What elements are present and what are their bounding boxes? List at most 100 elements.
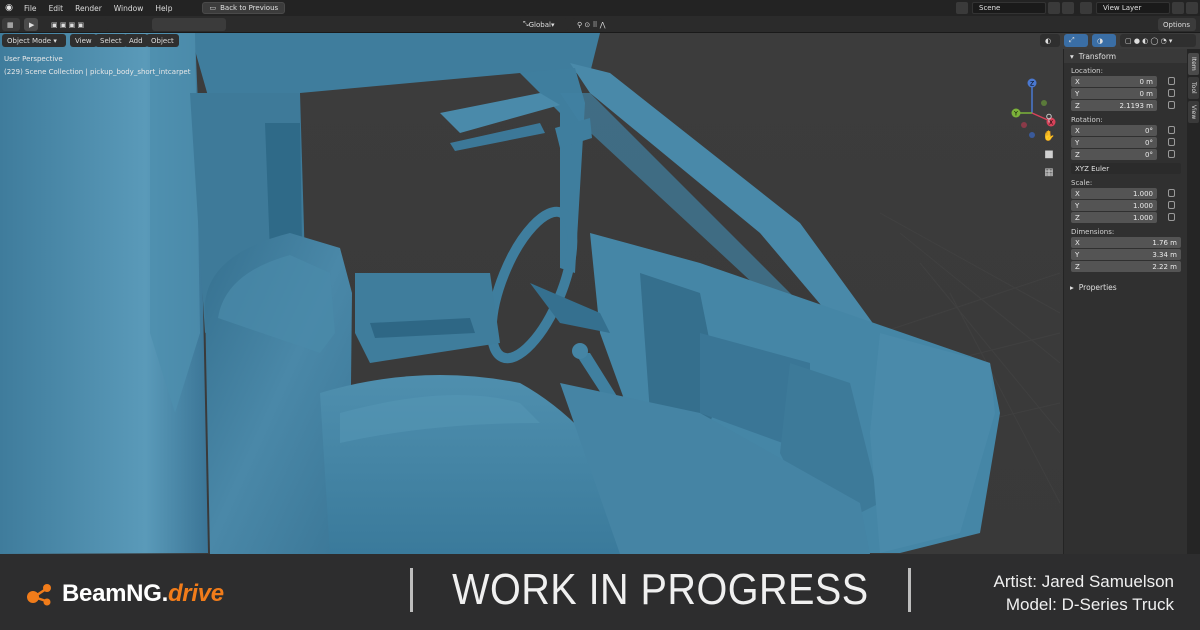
object-menu[interactable]: Object: [146, 34, 179, 47]
gizmo-y-label: Y: [1013, 111, 1018, 118]
dimensions-x-field[interactable]: X 1.76 m: [1071, 237, 1181, 248]
grid-perspective-icon[interactable]: ▦: [1042, 165, 1056, 179]
new-scene-icon[interactable]: [1048, 2, 1060, 14]
rotation-z-field[interactable]: Z 0°: [1071, 149, 1175, 160]
lock-icon[interactable]: [1168, 189, 1175, 197]
scale-z-value: 1.000: [1132, 213, 1153, 222]
brand-main: BeamNG.: [62, 580, 168, 607]
location-x-field[interactable]: X 0 m: [1071, 76, 1175, 87]
rotation-mode-dropdown[interactable]: XYZ Euler: [1071, 163, 1181, 174]
chevron-down-icon: ▾: [51, 36, 57, 45]
pan-hand-icon[interactable]: ✋: [1042, 129, 1056, 143]
menu-help[interactable]: Help: [149, 4, 178, 13]
editor-type-icon[interactable]: ▦: [2, 18, 20, 31]
snap-proportional-icons[interactable]: ⚲ ⊙ ⠿ ⋀: [572, 18, 662, 31]
view-layer-icon[interactable]: [1080, 2, 1092, 14]
visibility-icon[interactable]: ◐: [1040, 34, 1060, 47]
axis-label: Z: [1075, 101, 1080, 110]
orientation-dropdown[interactable]: ⤡ Global ▾: [518, 18, 568, 31]
gizmo-toggle-icon[interactable]: ⤢: [1064, 34, 1088, 47]
scale-y-field[interactable]: Y 1.000: [1071, 200, 1175, 211]
new-view-layer-icon[interactable]: [1172, 2, 1184, 14]
scale-x-field[interactable]: X 1.000: [1071, 188, 1175, 199]
divider: [907, 568, 911, 612]
delete-scene-icon[interactable]: [1062, 2, 1074, 14]
chevron-right-icon: ▸: [1070, 282, 1074, 292]
transform-title: Transform: [1078, 51, 1117, 61]
lock-icon[interactable]: [1168, 101, 1175, 109]
chevron-down-icon: ▾: [1070, 51, 1074, 61]
add-menu[interactable]: Add: [124, 34, 148, 47]
options-button[interactable]: Options: [1158, 18, 1196, 31]
chevron-down-icon: ▾: [550, 20, 555, 29]
object-mode-dropdown[interactable]: Object Mode ▾: [2, 34, 66, 47]
selection-mode-icons[interactable]: ▣ ▣ ▣ ▣: [46, 18, 108, 31]
axis-label: Y: [1075, 201, 1080, 210]
shading-mode-icons[interactable]: ▢ ● ◐ ◯ ◔ ▾: [1120, 34, 1196, 47]
dimensions-z-value: 2.22 m: [1152, 262, 1177, 271]
rotation-label: Rotation:: [1071, 116, 1103, 124]
lock-icon[interactable]: [1168, 89, 1175, 97]
tab-item[interactable]: Item: [1188, 53, 1199, 75]
brand-wordmark: BeamNG.drive: [62, 580, 224, 608]
select-menu[interactable]: Select: [95, 34, 127, 47]
back-to-previous-toolbar: [152, 18, 226, 31]
transform-header[interactable]: ▾ Transform: [1064, 49, 1187, 63]
overlay-toggle-icon[interactable]: ◑: [1092, 34, 1116, 47]
lock-icon[interactable]: [1168, 126, 1175, 134]
menu-edit[interactable]: Edit: [43, 4, 70, 13]
beamng-molecule-icon: [27, 584, 51, 606]
artist-credit: Artist: Jared Samuelson: [993, 572, 1174, 591]
gizmo-z-label: Z: [1030, 81, 1034, 88]
menu-window[interactable]: Window: [108, 4, 150, 13]
dimensions-y-field[interactable]: Y 3.34 m: [1071, 249, 1181, 260]
location-y-field[interactable]: Y 0 m: [1071, 88, 1175, 99]
menu-render[interactable]: Render: [69, 4, 108, 13]
axis-label: Y: [1075, 89, 1080, 98]
menu-file[interactable]: File: [18, 4, 43, 13]
rotation-z-value: 0°: [1145, 150, 1153, 159]
rotation-x-field[interactable]: X 0°: [1071, 125, 1175, 136]
lock-icon[interactable]: [1168, 150, 1175, 158]
viewport-header: Object Mode ▾ View Select Add Object ◐ ⤢…: [0, 33, 1200, 49]
axis-label: X: [1075, 238, 1080, 247]
zoom-icon[interactable]: ⚲: [1042, 111, 1056, 125]
rotation-x-value: 0°: [1145, 126, 1153, 135]
scale-z-field[interactable]: Z 1.000: [1071, 212, 1175, 223]
lock-icon[interactable]: [1168, 201, 1175, 209]
rotation-y-value: 0°: [1145, 138, 1153, 147]
rotation-y-field[interactable]: Y 0°: [1071, 137, 1175, 148]
scene-collection-label: (229) Scene Collection | pickup_body_sho…: [4, 68, 191, 76]
orientation-label: Global: [528, 20, 551, 29]
scale-x-value: 1.000: [1132, 189, 1153, 198]
brand-accent: drive: [167, 580, 224, 607]
axis-label: Y: [1075, 138, 1080, 147]
select-tool-icon[interactable]: ▶: [24, 18, 38, 31]
credits: Artist: Jared Samuelson Model: D-Series …: [994, 570, 1174, 616]
axis-label: X: [1075, 126, 1080, 135]
viewport-tool-header: ▦ ▶ ▣ ▣ ▣ ▣ ⤡ Global ▾ ⚲ ⊙ ⠿ ⋀ Options: [0, 16, 1200, 33]
scene-icon[interactable]: [956, 2, 968, 14]
tab-tool[interactable]: Tool: [1188, 77, 1199, 99]
dimensions-x-value: 1.76 m: [1152, 238, 1177, 247]
delete-view-layer-icon[interactable]: [1186, 2, 1198, 14]
scene-field[interactable]: Scene: [972, 2, 1046, 14]
dimensions-z-field[interactable]: Z 2.22 m: [1071, 261, 1181, 272]
tab-view[interactable]: View: [1188, 101, 1199, 123]
camera-icon[interactable]: ■: [1042, 147, 1056, 161]
back-to-previous-button[interactable]: ▭ Back to Previous: [202, 2, 286, 14]
lock-icon[interactable]: [1168, 77, 1175, 85]
scale-y-value: 1.000: [1132, 201, 1153, 210]
location-y-value: 0 m: [1139, 89, 1154, 98]
axis-label: Z: [1075, 213, 1080, 222]
properties-header[interactable]: ▸ Properties: [1064, 280, 1187, 294]
3d-viewport[interactable]: Object Mode ▾ View Select Add Object ◐ ⤢…: [0, 33, 1200, 554]
lock-icon[interactable]: [1168, 138, 1175, 146]
view-menu[interactable]: View: [70, 34, 97, 47]
lock-icon[interactable]: [1168, 213, 1175, 221]
axis-label: Y: [1075, 250, 1080, 259]
location-x-value: 0 m: [1139, 77, 1154, 86]
location-z-field[interactable]: Z 2.1193 m: [1071, 100, 1175, 111]
blender-logo-icon[interactable]: ◉: [0, 0, 18, 16]
view-layer-field[interactable]: View Layer: [1096, 2, 1170, 14]
